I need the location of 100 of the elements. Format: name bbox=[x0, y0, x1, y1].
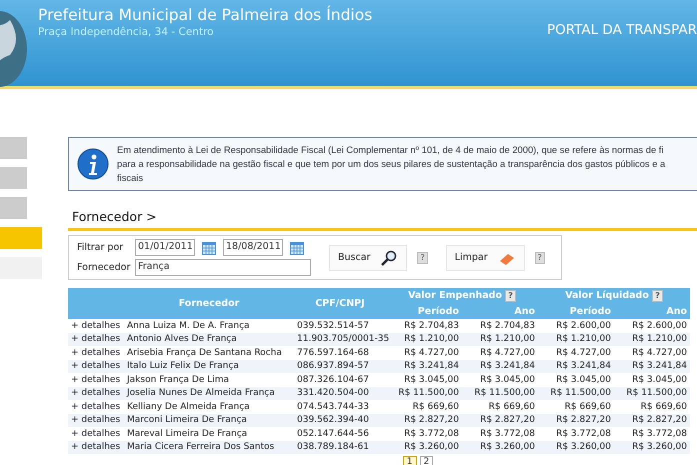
table-cell: R$ 3.045,00 bbox=[386, 373, 462, 386]
column-header: Ano bbox=[614, 304, 690, 319]
info-icon bbox=[77, 148, 109, 180]
table-cell: R$ 4.727,00 bbox=[462, 346, 538, 360]
details-link[interactable]: + detalhes bbox=[68, 440, 124, 454]
table-cell: 052.147.644-56 bbox=[294, 427, 386, 440]
table-cell: Italo Luiz Felix De França bbox=[124, 360, 294, 373]
sidebar-item[interactable] bbox=[0, 197, 27, 219]
table-cell: 038.789.184-61 bbox=[294, 440, 386, 454]
details-link[interactable]: + detalhes bbox=[68, 332, 124, 346]
table-cell: R$ 3.045,00 bbox=[614, 373, 690, 386]
table-cell: R$ 1.210,00 bbox=[614, 332, 690, 346]
table-cell: R$ 3.260,00 bbox=[614, 440, 690, 454]
table-cell: R$ 3.241,84 bbox=[538, 360, 614, 373]
table-cell: R$ 669,60 bbox=[386, 400, 462, 414]
table-cell: R$ 3.260,00 bbox=[538, 440, 614, 454]
details-link[interactable]: + detalhes bbox=[68, 319, 124, 332]
table-cell: R$ 11.500,00 bbox=[386, 386, 462, 400]
section-title: Fornecedor > bbox=[68, 209, 697, 231]
column-header: Período bbox=[538, 304, 614, 319]
table-cell: R$ 2.827,20 bbox=[538, 414, 614, 427]
help-icon[interactable]: ? bbox=[534, 252, 545, 264]
table-cell: R$ 11.500,00 bbox=[538, 386, 614, 400]
table-cell: R$ 1.210,00 bbox=[462, 332, 538, 346]
site-address: Praça Independência, 34 - Centro bbox=[38, 26, 215, 38]
table-cell: 074.543.744-33 bbox=[294, 400, 386, 414]
table-cell: R$ 669,60 bbox=[462, 400, 538, 414]
table-cell: 331.420.504-00 bbox=[294, 386, 386, 400]
help-icon[interactable]: ? bbox=[505, 290, 516, 302]
search-button[interactable]: Buscar bbox=[329, 244, 408, 270]
date-to-field[interactable]: 18/08/2011 bbox=[223, 239, 283, 256]
table-cell: Jakson França De Lima bbox=[124, 373, 294, 386]
table-cell: Anna Luiza M. De A. França bbox=[124, 319, 294, 332]
table-cell: R$ 11.500,00 bbox=[462, 386, 538, 400]
table-cell: R$ 2.827,20 bbox=[386, 414, 462, 427]
table-cell: R$ 2.600,00 bbox=[614, 319, 690, 332]
table-cell: R$ 4.727,00 bbox=[386, 346, 462, 360]
details-link[interactable]: + detalhes bbox=[68, 400, 124, 414]
details-link[interactable]: + detalhes bbox=[68, 414, 124, 427]
sidebar-item[interactable] bbox=[0, 167, 27, 189]
table-cell: Maria Cicera Ferreira Dos Santos bbox=[124, 440, 294, 454]
details-link[interactable]: + detalhes bbox=[68, 427, 124, 440]
table-header bbox=[68, 288, 124, 319]
table-cell: Antonio Alves De França bbox=[124, 332, 294, 346]
table-cell: R$ 669,60 bbox=[538, 400, 614, 414]
table-cell: R$ 3.260,00 bbox=[386, 440, 462, 454]
table-cell: R$ 3.772,08 bbox=[462, 427, 538, 440]
table-cell: Mareval Limeira De França bbox=[124, 427, 294, 440]
table-cell: R$ 4.727,00 bbox=[614, 346, 690, 360]
table-cell: 086.937.894-57 bbox=[294, 360, 386, 373]
supplier-field[interactable]: França bbox=[135, 259, 311, 276]
help-icon[interactable]: ? bbox=[417, 252, 428, 264]
details-link[interactable]: + detalhes bbox=[68, 373, 124, 386]
calendar-icon[interactable] bbox=[289, 240, 305, 256]
table-cell: R$ 3.045,00 bbox=[462, 373, 538, 386]
table-cell: 776.597.164-68 bbox=[294, 346, 386, 360]
column-header: Ano bbox=[462, 304, 538, 319]
sidebar-item[interactable] bbox=[0, 137, 27, 159]
table-cell: 11.903.705/0001-35 bbox=[294, 332, 386, 346]
table-cell: Joselia Nunes De Almeida França bbox=[124, 386, 294, 400]
table-cell: R$ 669,60 bbox=[614, 400, 690, 414]
table-cell: Marconi Limeira De França bbox=[124, 414, 294, 427]
filter-label: Filtrar por bbox=[77, 242, 124, 253]
sidebar-item[interactable] bbox=[0, 227, 42, 249]
column-header: CPF/CNPJ bbox=[294, 288, 386, 319]
column-header: Período bbox=[386, 304, 462, 319]
column-header: Fornecedor bbox=[124, 288, 294, 319]
page-link[interactable]: 1 bbox=[402, 456, 416, 465]
table-cell: R$ 11.500,00 bbox=[614, 386, 690, 400]
table-cell: Arisebia França De Santana Rocha bbox=[124, 346, 294, 360]
column-group-header: Valor Líquidado ? bbox=[538, 288, 690, 304]
table-cell: R$ 3.772,08 bbox=[614, 427, 690, 440]
table-cell: R$ 2.827,20 bbox=[462, 414, 538, 427]
table-cell: R$ 3.260,00 bbox=[462, 440, 538, 454]
table-cell: 039.532.514-57 bbox=[294, 319, 386, 332]
table-cell: R$ 1.210,00 bbox=[538, 332, 614, 346]
table-cell: 087.326.104-67 bbox=[294, 373, 386, 386]
date-from-field[interactable]: 01/01/2011 bbox=[135, 239, 195, 256]
table-cell: R$ 3.045,00 bbox=[538, 373, 614, 386]
table-cell: R$ 4.727,00 bbox=[538, 346, 614, 360]
page-link[interactable]: 2 bbox=[420, 456, 434, 465]
table-cell: R$ 2.704,83 bbox=[386, 319, 462, 332]
table-cell: R$ 3.241,84 bbox=[386, 360, 462, 373]
search-icon bbox=[380, 250, 398, 266]
table-cell: R$ 2.600,00 bbox=[538, 319, 614, 332]
column-group-header: Valor Empenhado ? bbox=[386, 288, 538, 304]
portal-title: PORTAL DA TRANSPAR bbox=[547, 21, 697, 40]
table-cell: R$ 2.827,20 bbox=[614, 414, 690, 427]
table-cell: R$ 3.772,08 bbox=[386, 427, 462, 440]
info-text: Em atendimento à Lei de Responsabilidade Fiscal (Lei Complementar nº 101, de 4 de maio de 2000), que se refere às normas de fi para a responsabilidade na gestão fiscal e que tem por um dos seus pilares de sustentação a transparência dos gastos públicos e a fiscais bbox=[117, 143, 666, 185]
clear-button[interactable]: Limpar bbox=[446, 244, 525, 270]
details-link[interactable]: + detalhes bbox=[68, 386, 124, 400]
site-title: Prefeitura Municipal de Palmeira dos Índios bbox=[38, 4, 374, 26]
help-icon[interactable]: ? bbox=[652, 290, 663, 302]
details-link[interactable]: + detalhes bbox=[68, 346, 124, 360]
supplier-label: Fornecedor bbox=[77, 262, 132, 273]
details-link[interactable]: + detalhes bbox=[68, 360, 124, 373]
calendar-icon[interactable] bbox=[201, 240, 217, 256]
table-cell: Kelliany De Almeida França bbox=[124, 400, 294, 414]
table-cell: R$ 3.241,84 bbox=[462, 360, 538, 373]
